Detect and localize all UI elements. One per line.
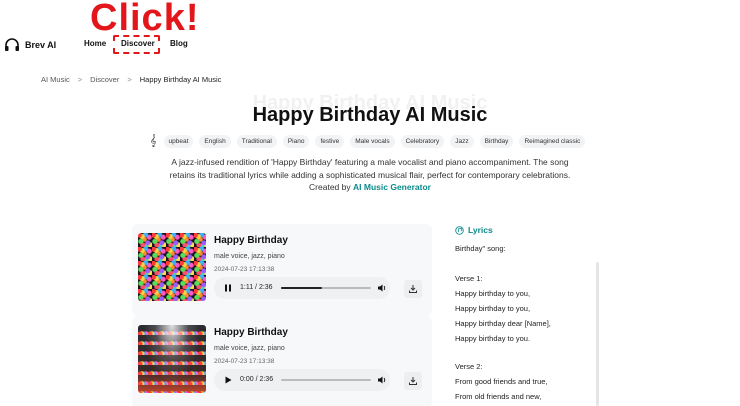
- lyric-line: Happy birthday to you,: [455, 304, 531, 313]
- download-button[interactable]: [404, 280, 422, 298]
- brand-name: Brev AI: [25, 40, 57, 50]
- progress-fill: [281, 287, 322, 289]
- breadcrumb: AI Music > Discover > Happy Birthday AI …: [41, 75, 221, 84]
- music-note-icon: 𝄞: [150, 135, 157, 147]
- lyric-line: From good friends and true,: [455, 377, 548, 386]
- lyric-line: From old friends and new,: [455, 392, 542, 401]
- tag-chip[interactable]: Traditional: [236, 135, 277, 148]
- song-card: Happy Birthday male voice, jazz, piano 2…: [132, 224, 432, 316]
- playback-time: 1:11 / 2:36: [240, 284, 273, 291]
- brand-logo[interactable]: Brev AI: [4, 38, 56, 52]
- tag-chip[interactable]: Reimagined classic: [519, 135, 586, 148]
- creator-link[interactable]: AI Music Generator: [353, 182, 431, 192]
- page-description: A jazz-infused rendition of 'Happy Birth…: [165, 156, 575, 194]
- song-cover-image: [138, 325, 206, 393]
- tag-chip[interactable]: English: [199, 135, 231, 148]
- download-icon: [409, 285, 417, 293]
- song-card: Happy Birthday male voice, jazz, piano 2…: [132, 316, 432, 406]
- volume-icon[interactable]: [377, 283, 387, 293]
- lyric-line: Verse 2:: [455, 362, 483, 371]
- pause-icon[interactable]: [223, 283, 233, 293]
- download-icon: [409, 377, 417, 385]
- song-title[interactable]: Happy Birthday: [214, 235, 288, 246]
- tag-chip[interactable]: Celebratory: [400, 135, 445, 148]
- lyric-line: Happy birthday to you.: [455, 334, 531, 343]
- song-title[interactable]: Happy Birthday: [214, 327, 288, 338]
- lyric-line: Verse 1:: [455, 274, 483, 283]
- click-annotation-label: Click!: [90, 0, 200, 39]
- lyric-line: Happy birthday dear [Name],: [455, 319, 551, 328]
- progress-bar[interactable]: [281, 287, 371, 289]
- tag-chip[interactable]: festive: [315, 135, 345, 148]
- breadcrumb-ai-music[interactable]: AI Music: [41, 75, 70, 84]
- playback-time: 0:00 / 2:36: [240, 376, 274, 383]
- page-title: Happy Birthday AI Music: [252, 104, 488, 126]
- headphones-icon: [5, 38, 19, 51]
- song-tags: male voice, jazz, piano: [214, 345, 285, 352]
- volume-icon[interactable]: [377, 375, 387, 385]
- lyrics-scrollbar[interactable]: [596, 262, 599, 406]
- nav-blog-link[interactable]: Blog: [170, 39, 188, 48]
- progress-bar[interactable]: [281, 379, 371, 381]
- song-date: 2024-07-23 17:13:38: [214, 266, 275, 273]
- lyrics-heading: Lyrics: [455, 225, 493, 235]
- breadcrumb-current: Happy Birthday AI Music: [139, 75, 222, 84]
- tag-chip[interactable]: Birthday: [479, 135, 514, 148]
- lyrics-heading-text: Lyrics: [468, 225, 493, 235]
- tag-chip[interactable]: Piano: [282, 135, 310, 148]
- tag-chip[interactable]: Male vocals: [350, 135, 395, 148]
- tag-list: 𝄞 upbeat English Traditional Piano festi…: [150, 135, 586, 148]
- tag-chip[interactable]: Jazz: [450, 135, 474, 148]
- lyric-line: Birthday" song:: [455, 244, 506, 253]
- song-cover-image: [138, 233, 206, 301]
- breadcrumb-discover[interactable]: Discover: [90, 75, 119, 84]
- lyric-line: Happy birthday to you,: [455, 289, 531, 298]
- play-icon[interactable]: [223, 375, 233, 385]
- download-button[interactable]: [404, 372, 422, 390]
- song-tags: male voice, jazz, piano: [214, 253, 285, 260]
- song-date: 2024-07-23 17:13:38: [214, 358, 275, 365]
- audio-player: 0:00 / 2:36: [214, 369, 390, 391]
- tag-chip[interactable]: upbeat: [163, 135, 194, 148]
- lyrics-icon: [455, 225, 464, 235]
- breadcrumb-separator: >: [127, 75, 132, 84]
- breadcrumb-separator: >: [77, 75, 83, 84]
- audio-player: 1:11 / 2:36: [214, 277, 390, 299]
- nav-discover-link[interactable]: Discover: [121, 39, 155, 48]
- nav-home-link[interactable]: Home: [84, 39, 106, 48]
